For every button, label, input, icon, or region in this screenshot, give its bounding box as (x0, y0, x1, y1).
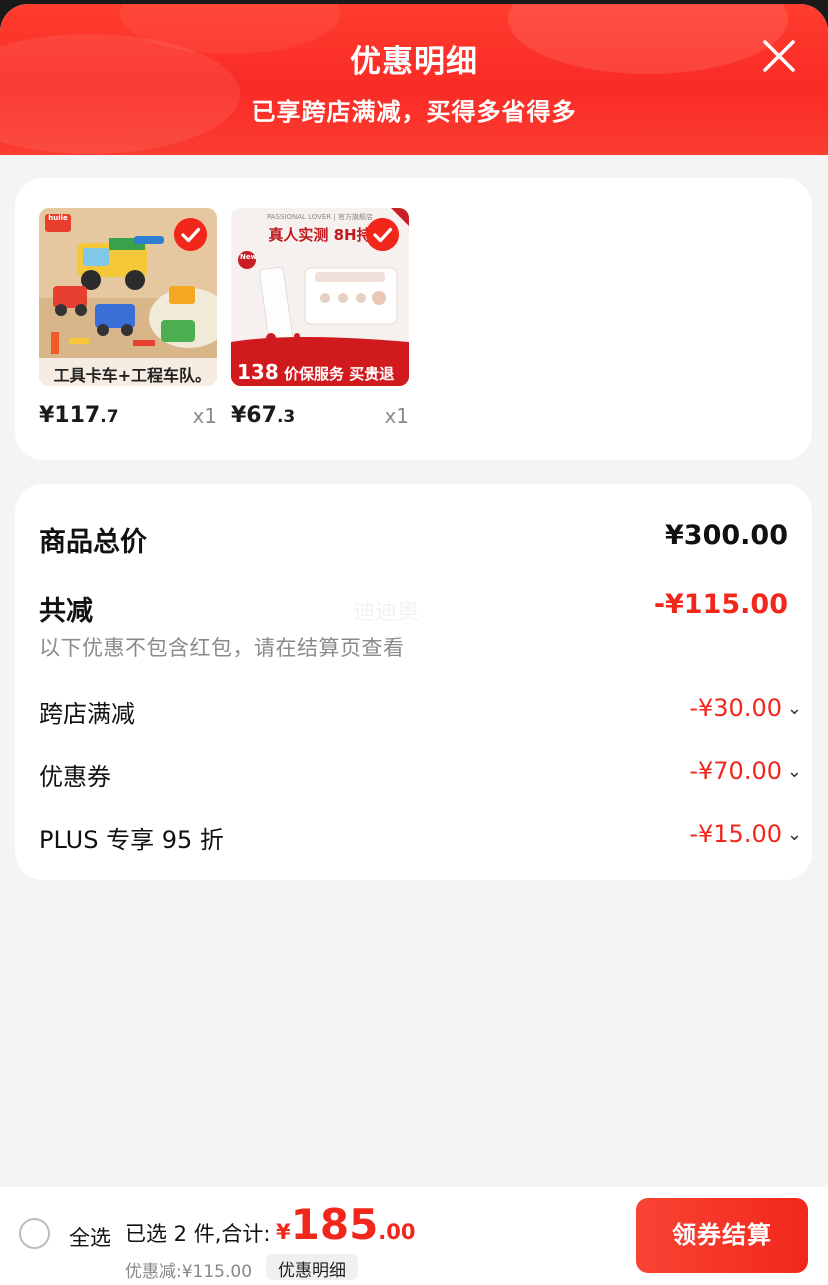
product-price: ¥117.7 (39, 403, 119, 428)
total-price-label: 商品总价 (39, 527, 147, 558)
checked-icon[interactable] (174, 218, 207, 251)
selected-count-text: 已选 2 件,合计: (125, 1222, 271, 1246)
price-int: ¥117 (39, 403, 101, 428)
new-badge: New (240, 253, 258, 261)
total-currency: ¥ (276, 1220, 291, 1244)
select-all-label[interactable]: 全选 (69, 1222, 111, 1252)
discount-label: 优惠券 (39, 763, 111, 791)
total-reduce-value: -¥115.00 (653, 589, 788, 620)
product-item[interactable]: 工具卡车+工程车队。 huile ¥117.7 x1 (39, 208, 217, 428)
checkout-bar: 全选 已选 2 件,合计: ¥185.00 优惠减:¥115.00 优惠明细 领… (0, 1187, 828, 1285)
products-card: 工具卡车+工程车队。 huile ¥117.7 x1 PASSIONAL LOV… (15, 178, 812, 460)
sheet-subtitle: 已享跨店满减，买得多省得多 (251, 98, 577, 126)
product-image-caption: 工具卡车+工程车队。 (39, 358, 217, 386)
sheet-header: 优惠明细 已享跨店满减，买得多省得多 (0, 4, 828, 155)
product-qty: x1 (384, 404, 409, 428)
discount-amount-text: 优惠减:¥115.00 (125, 1262, 253, 1282)
watermark-text: 迪迪奥 (353, 600, 420, 625)
image-banner-number: 138 (237, 360, 279, 384)
discount-value: -¥15.00 (689, 820, 782, 848)
close-icon[interactable] (760, 37, 798, 75)
product-image[interactable]: 工具卡车+工程车队。 huile (39, 208, 217, 386)
image-banner: 138 价保服务 买贵退差价 (231, 356, 409, 386)
total-int: 185 (290, 1200, 379, 1249)
discount-value: -¥70.00 (689, 757, 782, 785)
checkout-button[interactable]: 领券结算 (636, 1198, 808, 1273)
discount-label: PLUS 专享 95 折 (39, 826, 224, 854)
brand-badge: huile (45, 214, 71, 232)
total-dec: .00 (378, 1220, 416, 1244)
discount-note: 以下优惠不包含红包，请在结算页查看 (39, 636, 405, 660)
total-reduce-label: 共减 (39, 596, 93, 627)
discount-value: -¥30.00 (689, 694, 782, 722)
select-all-radio[interactable] (19, 1218, 50, 1249)
price-int: ¥67 (231, 403, 277, 428)
checkout-total: ¥185.00 (276, 1200, 416, 1249)
price-dec: .7 (100, 407, 119, 427)
total-price-value: ¥300.00 (665, 520, 788, 551)
discount-label: 跨店满减 (39, 700, 135, 728)
price-summary-card: 商品总价 ¥300.00 迪迪奥 共减 -¥115.00 以下优惠不包含红包，请… (15, 484, 812, 880)
product-image[interactable]: PASSIONAL LOVER | 官方旗舰店 真人实测 8H持 New 138… (231, 208, 409, 386)
brand-badge-text: huile (48, 214, 68, 222)
chevron-down-icon[interactable]: ⌄ (787, 824, 802, 845)
chevron-down-icon[interactable]: ⌄ (787, 698, 802, 719)
checked-icon[interactable] (366, 218, 399, 251)
sheet-title: 优惠明细 (350, 44, 478, 80)
chevron-down-icon[interactable]: ⌄ (787, 761, 802, 782)
product-item[interactable]: PASSIONAL LOVER | 官方旗舰店 真人实测 8H持 New 138… (231, 208, 409, 428)
price-dec: .3 (276, 407, 296, 427)
discount-detail-sheet: 优惠明细 已享跨店满减，买得多省得多 工具卡车+工程车队。 huile ¥117… (0, 4, 828, 1285)
product-price: ¥67.3 (231, 403, 295, 428)
discount-detail-button[interactable]: 优惠明细 (266, 1254, 358, 1281)
product-qty: x1 (192, 404, 217, 428)
